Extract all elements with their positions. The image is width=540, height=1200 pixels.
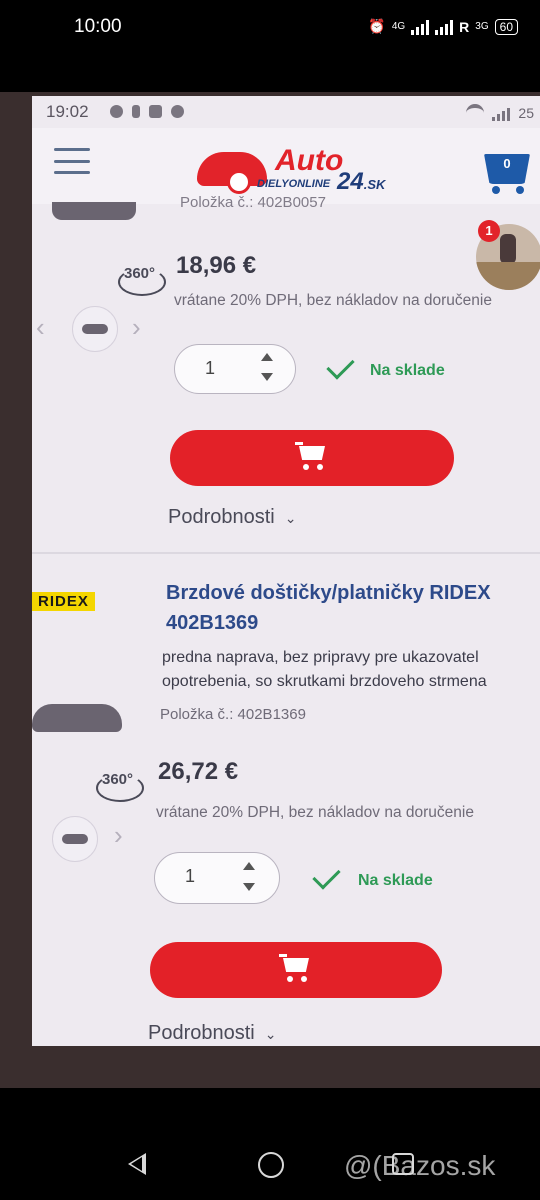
vat-note: vrátane 20% DPH, bez nákladov na doručen…	[156, 804, 474, 821]
navigation-bar	[0, 1092, 540, 1200]
logo-24-text: 24.SK	[337, 168, 386, 195]
check-icon	[326, 351, 355, 380]
view-360-button[interactable]: 360°	[114, 262, 168, 296]
product-price: 18,96 €	[176, 252, 257, 279]
battery-icon: 60	[494, 18, 518, 35]
calendar-icon	[149, 105, 162, 118]
chevron-right-icon[interactable]: ›	[132, 312, 141, 343]
view-360-button[interactable]: 360°	[92, 768, 146, 802]
item-number: Položka č.: 402B1369	[160, 706, 306, 723]
chevron-right-icon[interactable]: ›	[114, 820, 123, 851]
watermark: @(Bazos.sk	[344, 1150, 496, 1181]
item-number: Položka č.: 402B0057	[180, 194, 326, 211]
device-screen: 19:02 25 Auto DIELYONLINE 24.SK 0 Položk	[32, 96, 540, 1046]
header-cart-button[interactable]: 0	[478, 150, 534, 194]
details-toggle[interactable]: Podrobnosti ⌄	[168, 506, 296, 529]
cart-icon	[295, 442, 329, 472]
details-toggle[interactable]: Podrobnosti ⌄	[148, 1022, 276, 1045]
device-battery: 25	[518, 105, 534, 121]
network-label-3g: 3G	[475, 21, 489, 32]
check-icon	[312, 861, 341, 890]
decrement-icon[interactable]	[261, 373, 273, 381]
site-logo[interactable]: Auto DIELYONLINE 24.SK	[197, 138, 397, 198]
notification-icons	[110, 105, 184, 118]
add-to-cart-button[interactable]	[150, 942, 442, 998]
network-label-4g: 4G	[391, 21, 406, 32]
product-title[interactable]: Brzdové doštičky/platničky RIDEX 402B136…	[166, 578, 536, 638]
quantity-value[interactable]: 1	[185, 866, 195, 887]
phone-status-bar: 10:00 ⏰ 4G R 3G 60	[0, 0, 540, 60]
details-label: Podrobnosti	[168, 506, 275, 528]
stock-status: Na sklade	[358, 872, 433, 889]
alarm-icon: ⏰	[368, 18, 386, 34]
device-status-right: 25	[466, 104, 534, 122]
add-to-cart-button[interactable]	[170, 430, 454, 486]
roaming-label: R	[459, 18, 470, 35]
view-360-label: 360°	[124, 265, 156, 282]
product-price: 26,72 €	[158, 758, 239, 785]
back-icon[interactable]	[128, 1153, 146, 1175]
quantity-stepper[interactable]: 1	[174, 344, 296, 394]
logo-auto-text: Auto	[275, 144, 344, 177]
product-image[interactable]	[32, 704, 122, 732]
cart-count: 0	[503, 156, 511, 171]
product-thumbnail[interactable]	[52, 816, 98, 862]
logo-dielyonline-text: DIELYONLINE	[257, 178, 331, 190]
menu-icon[interactable]	[54, 148, 90, 174]
chat-badge: 1	[478, 220, 500, 242]
stock-status: Na sklade	[370, 362, 445, 379]
phone-status-icons: ⏰ 4G R 3G 60	[368, 18, 518, 35]
signal-icon	[411, 19, 430, 35]
vat-note: vrátane 20% DPH, bez nákladov na doručen…	[174, 292, 492, 309]
phone-clock: 10:00	[74, 16, 122, 37]
home-icon[interactable]	[258, 1152, 284, 1178]
wifi-icon	[466, 104, 485, 122]
increment-icon[interactable]	[243, 862, 255, 870]
product-description: predna naprava, bez pripravy pre ukazova…	[162, 649, 487, 690]
device-signal-icon	[492, 105, 511, 121]
message-icon	[110, 105, 123, 118]
brand-logo: RIDEX	[32, 592, 95, 611]
device-clock: 19:02	[46, 102, 89, 121]
device-status-bar: 19:02 25	[32, 96, 540, 126]
view-360-label: 360°	[102, 771, 134, 788]
product-image[interactable]	[52, 202, 136, 220]
decrement-icon[interactable]	[243, 883, 255, 891]
chevron-left-icon[interactable]: ‹	[36, 312, 45, 343]
cart-icon	[279, 954, 313, 984]
chevron-down-icon: ⌄	[264, 1026, 277, 1042]
site-header: Auto DIELYONLINE 24.SK 0	[32, 128, 540, 204]
product-thumbnail[interactable]	[72, 306, 118, 352]
product-divider	[32, 552, 540, 554]
battery-saver-icon	[132, 105, 140, 118]
messenger-icon	[171, 105, 184, 118]
details-label: Podrobnosti	[148, 1022, 255, 1044]
increment-icon[interactable]	[261, 353, 273, 361]
quantity-stepper[interactable]: 1	[154, 852, 280, 904]
quantity-value[interactable]: 1	[205, 358, 215, 379]
signal-icon-2	[435, 19, 454, 35]
chevron-down-icon: ⌄	[284, 510, 297, 526]
